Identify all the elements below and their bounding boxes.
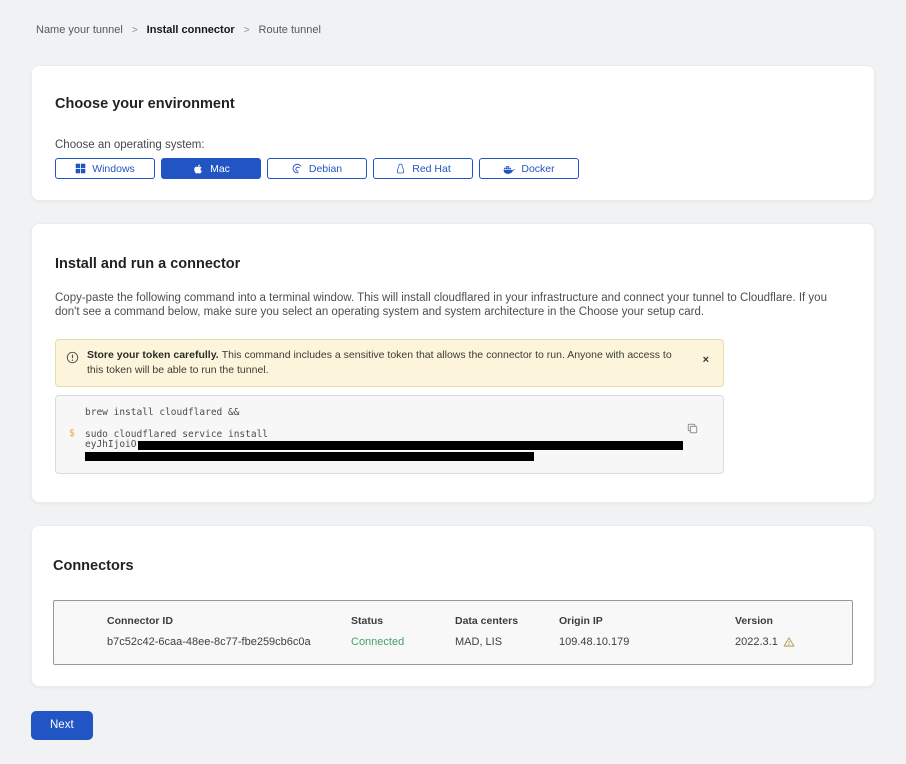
token-warning-bold: Store your token carefully. <box>87 349 219 361</box>
os-button-windows[interactable]: Windows <box>55 158 155 179</box>
col-data-centers: Data centers <box>455 615 559 627</box>
breadcrumb: Name your tunnel > Install connector > R… <box>36 24 875 36</box>
version-value: 2022.3.1 <box>735 636 832 648</box>
install-connector-card: Install and run a connector Copy-paste t… <box>31 223 875 503</box>
install-command-block: $ brew install cloudflared && sudo cloud… <box>55 395 724 474</box>
os-button-mac[interactable]: Mac <box>161 158 261 179</box>
connectors-table: Connector ID Status Data centers Origin … <box>53 600 853 665</box>
os-button-debian[interactable]: Debian <box>267 158 367 179</box>
os-button-label: Red Hat <box>412 163 451 175</box>
token-prefix: eyJhIjoiO <box>85 440 136 451</box>
col-connector-id: Connector ID <box>107 615 351 627</box>
windows-icon <box>75 163 86 174</box>
command-spacer <box>85 419 683 430</box>
origin-ip-value: 109.48.10.179 <box>559 636 735 648</box>
command-line-1: brew install cloudflared && <box>85 408 683 419</box>
terminal-prompt: $ <box>69 429 75 440</box>
os-button-label: Docker <box>521 163 554 175</box>
col-version: Version <box>735 615 832 627</box>
status-badge: Connected <box>351 636 455 648</box>
connectors-table-header: Connector ID Status Data centers Origin … <box>107 615 832 627</box>
alert-circle-icon <box>66 351 79 369</box>
redhat-linux-icon <box>395 163 406 174</box>
choose-environment-card: Choose your environment Choose an operat… <box>31 65 875 201</box>
token-warning-text: Store your token carefully.This command … <box>87 348 691 378</box>
tunnel-setup-page: Name your tunnel > Install connector > R… <box>0 24 906 740</box>
breadcrumb-separator: > <box>244 25 250 36</box>
warning-triangle-icon <box>783 636 795 648</box>
connectors-title: Connectors <box>53 558 853 574</box>
connector-id-value: b7c52c42-6caa-48ee-8c77-fbe259cb6c0a <box>107 636 351 648</box>
redacted-token-bar <box>138 441 683 450</box>
token-warning-banner: Store your token carefully.This command … <box>55 339 724 387</box>
docker-whale-icon <box>503 163 515 175</box>
connector-row: b7c52c42-6caa-48ee-8c77-fbe259cb6c0a Con… <box>107 636 832 648</box>
version-number: 2022.3.1 <box>735 636 778 648</box>
os-select-label: Choose an operating system: <box>55 139 844 151</box>
data-centers-value: MAD, LIS <box>455 636 559 648</box>
os-button-docker[interactable]: Docker <box>479 158 579 179</box>
debian-icon <box>292 163 303 174</box>
command-token-line: eyJhIjoiO <box>85 440 683 451</box>
connectors-card: Connectors Connector ID Status Data cent… <box>31 525 875 687</box>
os-button-group: Windows Mac Debian Red Hat <box>55 158 844 179</box>
apple-icon <box>192 163 204 175</box>
redacted-token-bar <box>85 452 534 461</box>
col-origin-ip: Origin IP <box>559 615 735 627</box>
breadcrumb-separator: > <box>132 25 138 36</box>
os-button-label: Windows <box>92 163 135 175</box>
breadcrumb-install-connector: Install connector <box>147 24 235 36</box>
breadcrumb-name-your-tunnel[interactable]: Name your tunnel <box>36 24 123 36</box>
close-icon[interactable]: × <box>699 353 713 368</box>
install-connector-title: Install and run a connector <box>55 256 844 272</box>
command-line-2: sudo cloudflared service install <box>85 430 683 441</box>
os-button-label: Debian <box>309 163 342 175</box>
next-button[interactable]: Next <box>31 711 93 740</box>
os-button-label: Mac <box>210 163 230 175</box>
breadcrumb-route-tunnel: Route tunnel <box>259 24 321 36</box>
os-button-redhat[interactable]: Red Hat <box>373 158 473 179</box>
copy-icon[interactable] <box>686 422 699 438</box>
choose-environment-title: Choose your environment <box>55 96 844 112</box>
col-status: Status <box>351 615 455 627</box>
install-description: Copy-paste the following command into a … <box>55 291 844 319</box>
